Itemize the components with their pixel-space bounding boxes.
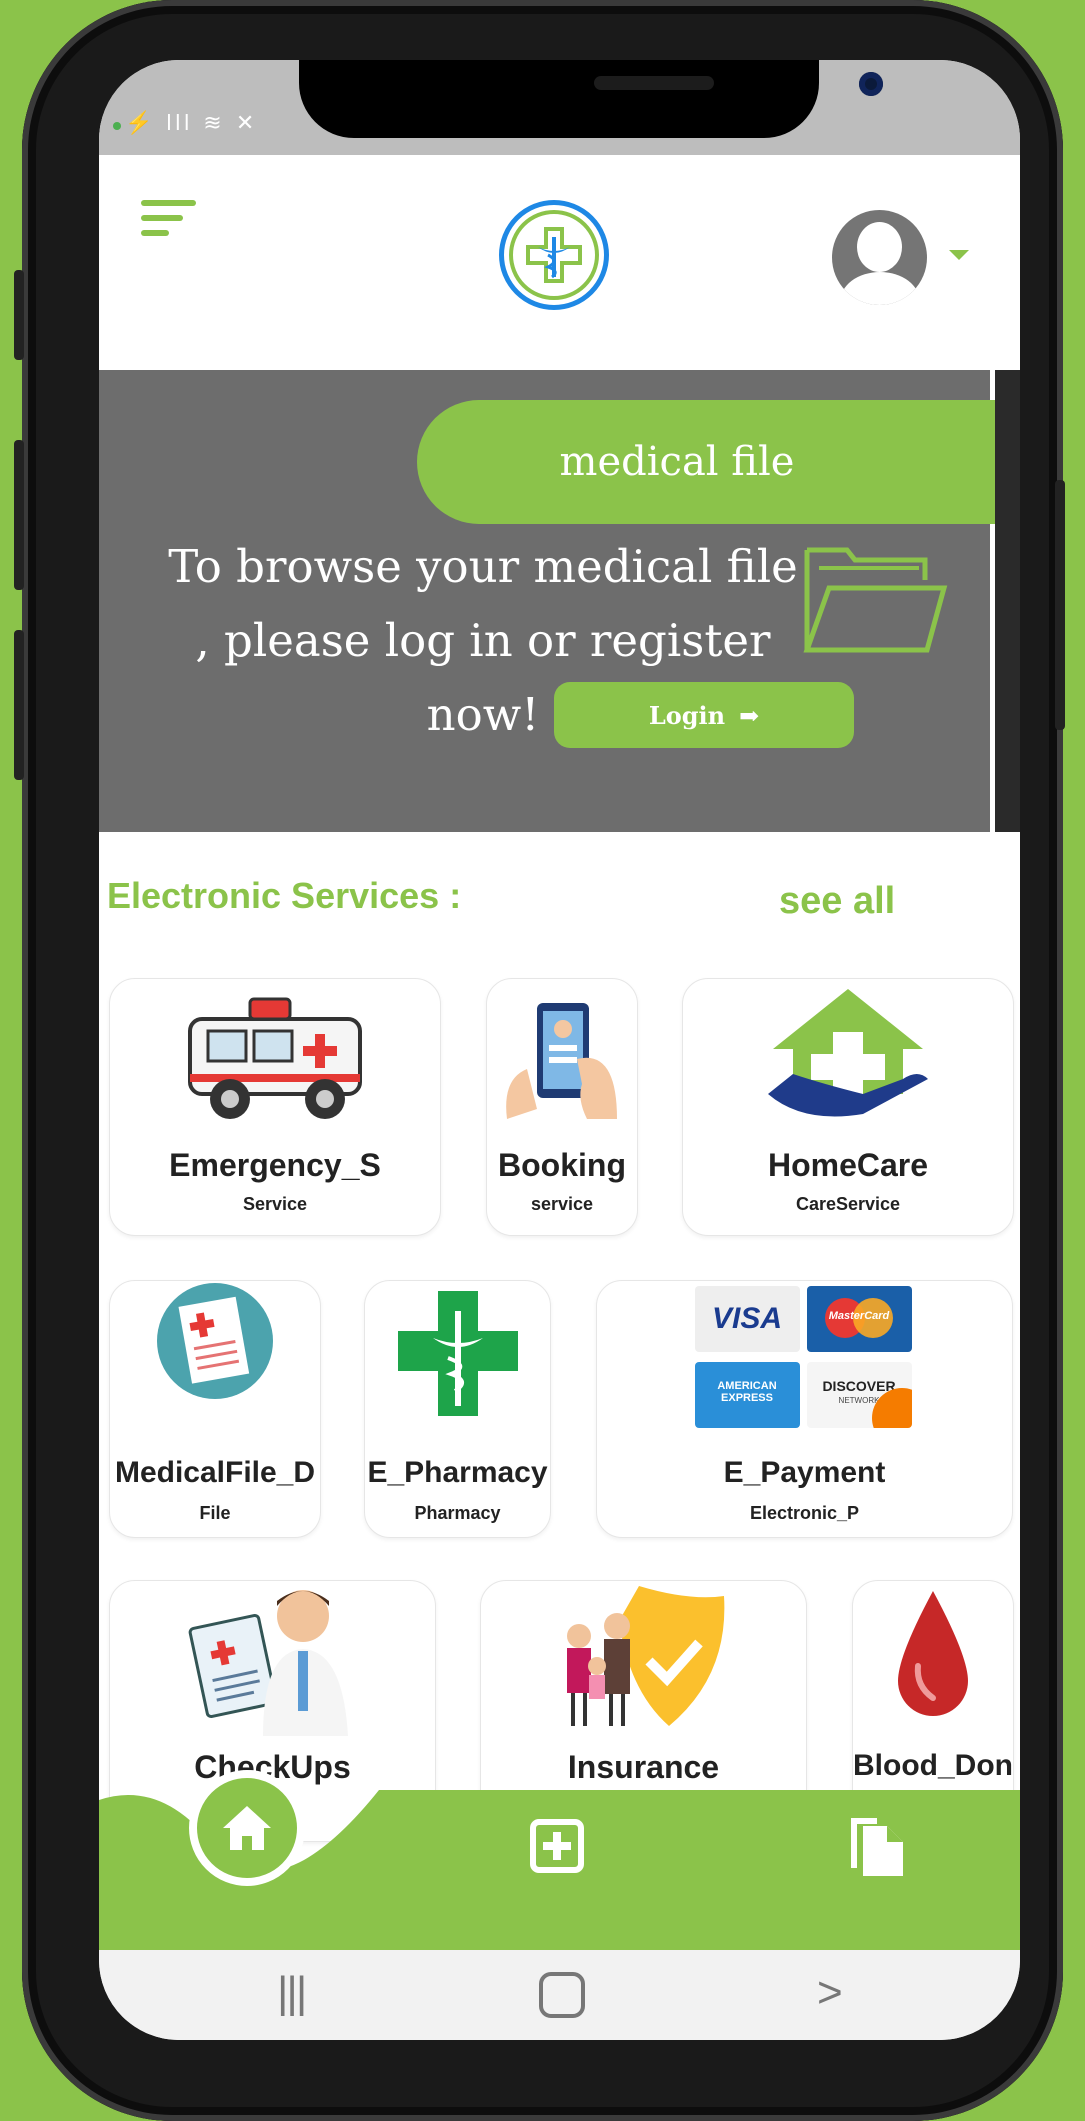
user-avatar-icon[interactable] bbox=[832, 210, 927, 305]
service-subtitle: Service bbox=[242, 1194, 308, 1214]
service-title: Booking bbox=[498, 1147, 626, 1183]
service-title: Blood_Don bbox=[853, 1749, 1013, 1782]
service-card-booking[interactable]: Booking service bbox=[486, 978, 638, 1236]
mute-switch bbox=[14, 270, 24, 360]
family-insurance-icon bbox=[566, 1586, 724, 1726]
hamburger-menu-icon[interactable] bbox=[141, 200, 201, 244]
mastercard-card: MasterCard bbox=[806, 1286, 912, 1352]
power-button bbox=[1055, 480, 1065, 730]
next-banner-peek bbox=[995, 370, 1020, 832]
payment-cards-icon: VISA MasterCard AMERICAN EXPRESS DISCOVE… bbox=[694, 1286, 915, 1431]
service-title: E_Pharmacy bbox=[367, 1456, 548, 1489]
service-card-medicalfile[interactable]: MedicalFile_D File bbox=[109, 1280, 321, 1538]
documents-icon[interactable] bbox=[847, 1812, 907, 1878]
system-navigation-bar: ||| > bbox=[99, 1950, 1020, 2040]
service-subtitle: File bbox=[199, 1503, 231, 1523]
status-icons: ⚡ lll ≋ ✕ bbox=[113, 110, 258, 136]
app-screen: ⚡ lll ≋ ✕ medical file To browse your me… bbox=[99, 60, 1020, 2040]
home-care-icon bbox=[768, 989, 928, 1117]
section-title: Electronic Services : bbox=[107, 875, 462, 916]
pharmacy-cross-icon bbox=[397, 1291, 518, 1416]
home-icon[interactable] bbox=[189, 1770, 305, 1886]
blood-drop-icon bbox=[898, 1591, 968, 1716]
volume-down-button bbox=[14, 630, 24, 780]
back-button[interactable]: > bbox=[817, 1968, 843, 2018]
medical-file-banner: medical file To browse your medical file… bbox=[99, 370, 1017, 832]
service-subtitle: Electronic_P bbox=[749, 1503, 860, 1523]
banner-message-line1: To browse your medical file bbox=[168, 540, 798, 593]
amex-card: AMERICAN EXPRESS bbox=[694, 1362, 800, 1428]
login-button[interactable]: Login ➡ bbox=[554, 682, 854, 748]
speaker-grille bbox=[594, 76, 714, 90]
volume-up-button bbox=[14, 440, 24, 590]
phone-booking-icon bbox=[506, 1003, 617, 1119]
notch bbox=[299, 60, 883, 138]
login-label: Login bbox=[648, 700, 726, 730]
system-home-button[interactable] bbox=[539, 1972, 585, 2018]
service-title: Emergency_S bbox=[169, 1147, 381, 1183]
front-camera bbox=[859, 72, 883, 96]
service-title: MedicalFile_D bbox=[114, 1456, 316, 1489]
service-subtitle: service bbox=[530, 1194, 594, 1214]
medical-caduceus-logo-icon bbox=[499, 200, 609, 310]
arrow-right-icon: ➡ bbox=[739, 700, 760, 730]
service-card-pharmacy[interactable]: E_Pharmacy Pharmacy bbox=[364, 1280, 551, 1538]
service-title: HomeCare bbox=[767, 1147, 929, 1183]
service-title: E_Payment bbox=[723, 1456, 886, 1489]
doctor-checkup-icon bbox=[188, 1590, 348, 1736]
see-all-link[interactable]: see all bbox=[779, 880, 895, 923]
service-subtitle: Pharmacy bbox=[414, 1503, 501, 1523]
service-card-emergency[interactable]: Emergency_S Service bbox=[109, 978, 441, 1236]
medical-file-icon bbox=[157, 1283, 273, 1399]
banner-tab: medical file bbox=[417, 400, 1017, 524]
discover-card: DISCOVER NETWORK bbox=[806, 1362, 912, 1428]
recents-button[interactable]: ||| bbox=[277, 1968, 307, 2018]
folder-icon bbox=[803, 547, 948, 653]
visa-card: VISA bbox=[694, 1286, 800, 1352]
ambulance-icon bbox=[188, 997, 362, 1119]
add-box-icon[interactable] bbox=[529, 1818, 585, 1874]
service-subtitle: CareService bbox=[795, 1194, 901, 1214]
service-card-homecare[interactable]: HomeCare CareService bbox=[682, 978, 1014, 1236]
chevron-down-icon[interactable] bbox=[949, 250, 969, 260]
service-card-payment[interactable]: VISA MasterCard AMERICAN EXPRESS DISCOVE… bbox=[596, 1280, 1013, 1538]
